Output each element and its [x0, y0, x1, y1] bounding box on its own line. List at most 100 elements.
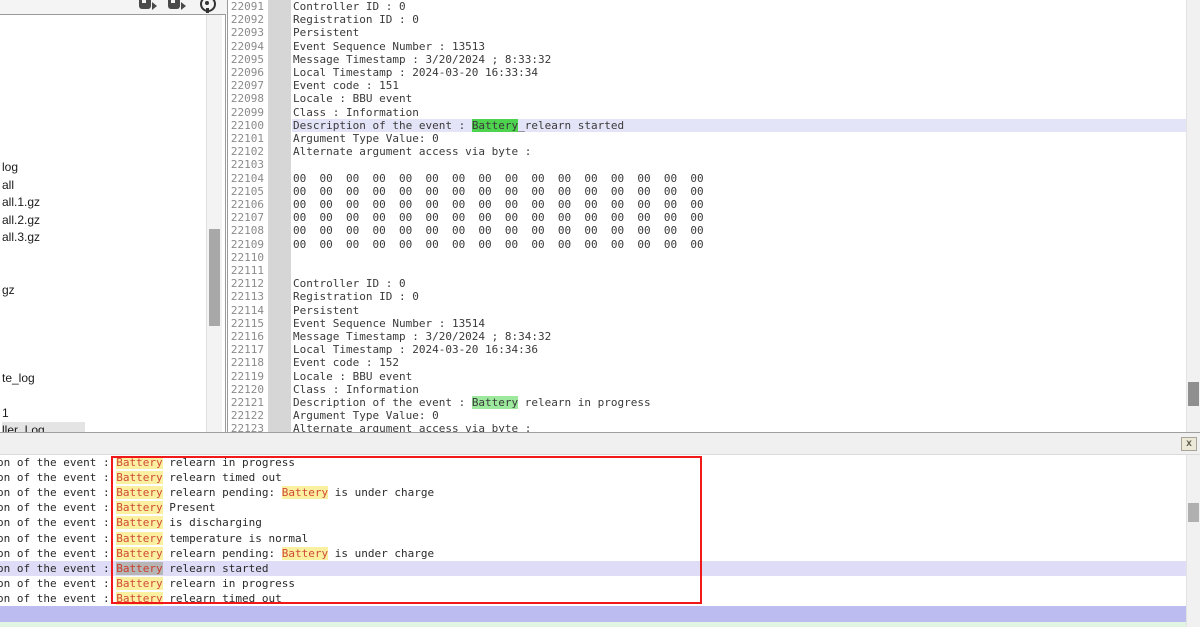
file-list-item[interactable]: log: [2, 159, 18, 175]
search-match-highlight: Battery: [282, 547, 328, 560]
search-file-path-row[interactable]: 01410M617000015-00040000-1620.tar (11)Ma…: [0, 622, 1200, 627]
log-line[interactable]: 22101Argument Type Value: 0: [228, 132, 1187, 146]
log-line[interactable]: 22092 Registration ID : 0: [228, 13, 1187, 27]
line-number: 22092: [228, 13, 264, 26]
text-segment: 00 00 00 00 00 00 00 00 00 00 00 00 00 0…: [293, 172, 704, 185]
result-row[interactable]: on of the event : Battery relearn starte…: [0, 561, 1186, 576]
line-number: 22107: [228, 211, 264, 224]
result-row[interactable]: on of the event : Battery Present: [0, 500, 1186, 515]
arrow-shape: [152, 2, 157, 10]
file-explorer-panel: log allall.1.gz all.2.gzall.3.gz gz te_log 1l…: [0, 14, 226, 432]
editor-scrollbar-thumb[interactable]: [1188, 382, 1199, 406]
log-line[interactable]: 22119Locale : BBU event: [228, 370, 1187, 384]
log-line[interactable]: 22116 Message Timestamp : 3/20/2024 ; 8:3…: [228, 330, 1187, 344]
file-list-item[interactable]: ller_Log: [2, 422, 85, 432]
result-row[interactable]: on of the event : Battery relearn timed …: [0, 591, 1186, 606]
log-line[interactable]: 22095Message Timestamp : 3/20/2024 ; 8:3…: [228, 53, 1187, 67]
text-segment: on of the event :: [0, 562, 116, 575]
log-line[interactable]: 2210500 00 00 00 00 00 00 00 00 00 00 00…: [228, 185, 1187, 199]
log-line[interactable]: 22099Class : Information: [228, 106, 1187, 120]
locate-target-icon[interactable]: [200, 0, 216, 12]
file-panel-scrollbar[interactable]: [206, 15, 222, 432]
log-line[interactable]: 22123Alternate argument access via byte …: [228, 422, 1187, 432]
log-line[interactable]: 22093Persistent: [228, 26, 1187, 40]
result-row[interactable]: on of the event : Battery relearn timed …: [0, 470, 1186, 485]
log-line[interactable]: 22098Locale : BBU event: [228, 92, 1187, 106]
search-match-highlight: Battery: [116, 547, 162, 560]
result-row[interactable]: on of the event : Battery is discharging: [0, 515, 1186, 530]
line-number: 22093: [228, 26, 264, 39]
line-number: 22112: [228, 277, 264, 290]
line-text: Registration ID : 0: [293, 13, 419, 26]
log-line[interactable]: 22120Class : Information: [228, 383, 1187, 397]
result-row[interactable]: on of the event : Battery temperature is…: [0, 531, 1186, 546]
file-panel-scrollbar-thumb[interactable]: [209, 229, 220, 326]
log-line[interactable]: 22117Local Timestamp : 2024-03-20 16:34:…: [228, 343, 1187, 357]
log-line[interactable]: 22094Event Sequence Number : 13513: [228, 40, 1187, 54]
result-row[interactable]: on of the event : Battery relearn pendin…: [0, 546, 1186, 561]
log-line[interactable]: 22111: [228, 264, 1187, 278]
text-segment: Present: [163, 501, 216, 514]
close-results-button[interactable]: x: [1181, 437, 1197, 451]
log-line[interactable]: 22118 Event code : 152: [228, 356, 1187, 370]
log-line[interactable]: 2210900 00 00 00 00 00 00 00 00 00 00 00…: [228, 238, 1187, 252]
result-text: on of the event : Battery temperature is…: [0, 531, 308, 546]
text-segment: relearn in progress: [163, 456, 295, 469]
search-match-highlight: Battery: [116, 562, 162, 575]
results-scrollbar-thumb[interactable]: [1188, 503, 1199, 522]
log-line[interactable]: 22121Description of the event : Battery …: [228, 396, 1187, 410]
text-segment: is under charge: [328, 486, 434, 499]
text-segment: Alternate argument access via byte :: [293, 145, 531, 158]
log-line[interactable]: 22100Description of the event : Battery_…: [228, 119, 1187, 133]
file-list-item[interactable]: gz: [2, 282, 15, 298]
text-segment: relearn in progress: [163, 577, 295, 590]
text-segment: on of the event :: [0, 456, 116, 469]
file-list-item[interactable]: all: [2, 177, 14, 193]
result-row[interactable]: on of the event : Battery relearn in pro…: [0, 576, 1186, 591]
file-list-item[interactable]: all.2.gz: [2, 212, 40, 228]
export-log-icon[interactable]: [139, 0, 157, 12]
text-segment: Event code : 151: [293, 79, 399, 92]
log-line[interactable]: 22115Event Sequence Number : 13514: [228, 317, 1187, 331]
log-line[interactable]: 22112 Controller ID : 0: [228, 277, 1187, 291]
editor-scrollbar[interactable]: [1186, 0, 1200, 432]
line-text: Event Sequence Number : 13513: [293, 40, 485, 53]
text-segment: Event code : 152: [293, 356, 399, 369]
line-number: 22118: [228, 356, 264, 369]
export-log-2-icon[interactable]: [168, 0, 186, 12]
log-line[interactable]: 2210400 00 00 00 00 00 00 00 00 00 00 00…: [228, 172, 1187, 186]
file-list-item[interactable]: all.3.gz: [2, 229, 40, 245]
log-line[interactable]: 22110: [228, 251, 1187, 265]
result-row[interactable]: on of the event : Battery relearn pendin…: [0, 485, 1186, 500]
search-match-highlight: Battery: [116, 456, 162, 469]
file-list-item[interactable]: te_log: [2, 370, 35, 386]
result-text: on of the event : Battery relearn pendin…: [0, 546, 434, 561]
log-line[interactable]: 22113Registration ID : 0: [228, 290, 1187, 304]
search-match-highlight: _: [518, 119, 525, 132]
log-line[interactable]: 22114Persistent: [228, 304, 1187, 318]
log-line[interactable]: 22096Local Timestamp : 2024-03-20 16:33:…: [228, 66, 1187, 80]
line-number: 22098: [228, 92, 264, 105]
results-scrollbar[interactable]: [1186, 455, 1200, 627]
result-text: on of the event : Battery relearn starte…: [0, 561, 269, 576]
log-line[interactable]: 2210800 00 00 00 00 00 00 00 00 00 00 00…: [228, 224, 1187, 238]
log-line[interactable]: 22122Argument Type Value: 0: [228, 409, 1187, 423]
text-segment: Controller ID : 0: [293, 277, 406, 290]
log-line[interactable]: 2210600 00 00 00 00 00 00 00 00 00 00 00…: [228, 198, 1187, 212]
file-list-item[interactable]: 1: [2, 405, 9, 421]
log-line[interactable]: 22097Event code : 151: [228, 79, 1187, 93]
result-row[interactable]: on of the event : Battery relearn in pro…: [0, 455, 1186, 470]
search-summary-row[interactable]: e event" （1个文件中匹配到1123次，总计查找1次）: [0, 606, 1200, 622]
text-segment: Message Timestamp : 3/20/2024 ; 8:33:32: [293, 53, 551, 66]
line-number: 22116: [228, 330, 264, 343]
log-line[interactable]: 2210700 00 00 00 00 00 00 00 00 00 00 00…: [228, 211, 1187, 225]
line-text: Message Timestamp : 3/20/2024 ; 8:34:32: [293, 330, 551, 343]
log-line[interactable]: 22091Controller ID : 0: [228, 0, 1187, 14]
file-list-item[interactable]: all.1.gz: [2, 194, 40, 210]
arrow-shape: [181, 2, 186, 10]
text-segment: on of the event :: [0, 592, 116, 605]
log-line[interactable]: 22102Alternate argument access via byte …: [228, 145, 1187, 159]
search-match-highlight: Battery: [116, 516, 162, 529]
log-line[interactable]: 22103: [228, 158, 1187, 172]
line-text: Message Timestamp : 3/20/2024 ; 8:33:32: [293, 53, 551, 66]
